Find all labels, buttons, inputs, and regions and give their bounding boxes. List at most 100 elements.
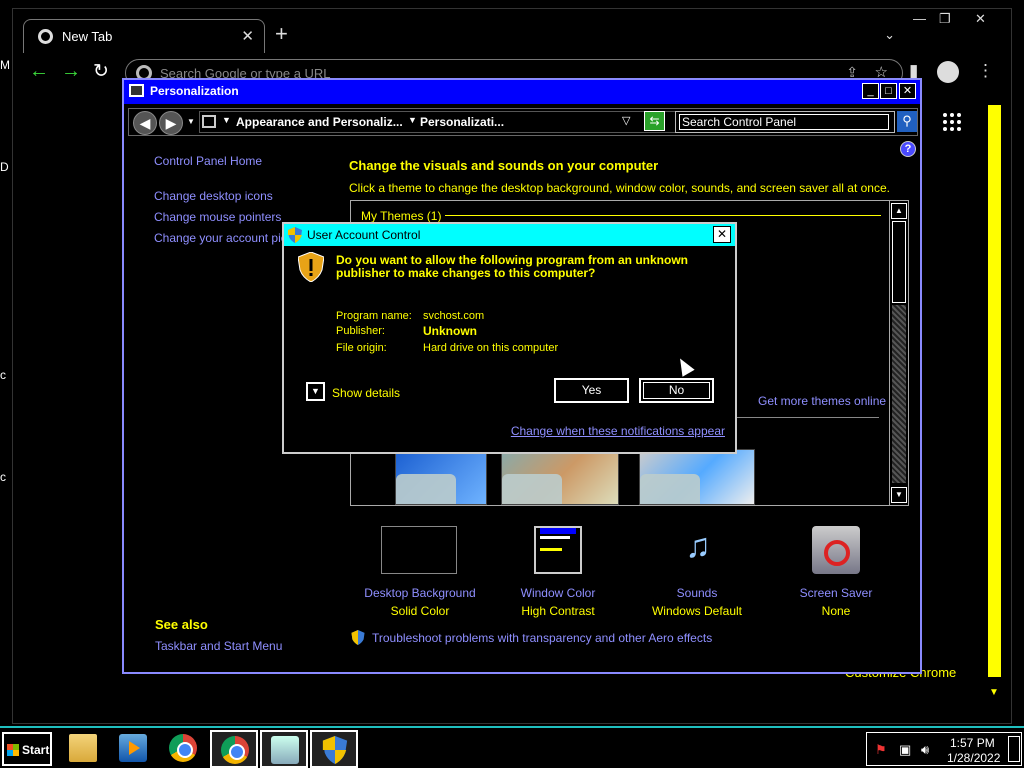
taskbar-media-player[interactable] xyxy=(110,730,158,768)
themes-scrollbar[interactable]: ▲ ▼ xyxy=(889,201,908,505)
publisher-label: Publisher: xyxy=(336,325,385,337)
personalization-titlebar[interactable]: Personalization _ □ ✕ xyxy=(124,80,920,104)
chrome-restore-button[interactable]: ❐ xyxy=(939,11,951,27)
desktop-background-icon xyxy=(381,526,457,574)
screen-saver-icon xyxy=(812,526,860,574)
taskbar-control-panel[interactable] xyxy=(260,730,308,768)
action-center-flag-icon[interactable]: ⚑ xyxy=(875,742,887,758)
page-title: Change the visuals and sounds on your co… xyxy=(349,158,659,173)
change-desktop-icons-link[interactable]: Change desktop icons xyxy=(154,189,273,203)
theme-preview-window xyxy=(502,474,562,504)
option-name: Screen Saver xyxy=(799,586,873,600)
left-edge-fragment: D xyxy=(0,160,9,174)
chrome-close-button[interactable]: ✕ xyxy=(975,11,986,27)
address-dropdown-icon[interactable]: ▽ xyxy=(622,114,630,127)
music-notes-icon: ♫ xyxy=(685,527,711,565)
option-value: High Contrast xyxy=(521,604,595,618)
option-value: Solid Color xyxy=(390,604,450,618)
window-color-titlebar xyxy=(540,528,576,534)
recent-pages-chevron-icon[interactable]: ▼ xyxy=(187,117,195,126)
warning-shield-icon xyxy=(298,252,324,282)
chevron-down-icon[interactable]: ▼ xyxy=(222,115,231,125)
taskbar-start-menu-link[interactable]: Taskbar and Start Menu xyxy=(155,639,282,653)
taskbar-uac[interactable] xyxy=(310,730,358,768)
refresh-icon[interactable]: ⇆ xyxy=(644,111,665,131)
show-details-label[interactable]: Show details xyxy=(332,386,400,400)
change-notifications-link[interactable]: Change when these notifications appear xyxy=(511,424,725,438)
get-more-themes-link[interactable]: Get more themes online xyxy=(758,394,886,408)
uac-shield-icon xyxy=(322,736,348,764)
taskbar-chrome-pinned[interactable] xyxy=(160,730,208,768)
scrollbar-track[interactable] xyxy=(892,305,906,483)
help-icon[interactable]: ? xyxy=(900,141,916,157)
theme-thumbnail[interactable] xyxy=(639,449,755,505)
back-button[interactable]: ◀ xyxy=(133,111,157,135)
control-panel-icon xyxy=(129,84,144,97)
show-details-chevron-icon[interactable]: ▼ xyxy=(306,382,325,401)
option-name: Desktop Background xyxy=(364,586,476,600)
theme-thumbnail[interactable] xyxy=(501,449,619,505)
desktop: M D c c New Tab ✕ + ⌄ — ❐ ✕ ← → ↻ Search… xyxy=(0,0,1024,768)
breadcrumb-personalization[interactable]: Personalizati... xyxy=(420,115,504,129)
clock-date[interactable]: 1/28/2022 xyxy=(947,751,1000,765)
change-account-picture-link[interactable]: Change your account pictu xyxy=(154,231,297,245)
taskbar-file-explorer[interactable] xyxy=(60,730,108,768)
theme-preview-window xyxy=(396,474,456,504)
option-name: Sounds xyxy=(676,586,718,600)
back-arrow-icon[interactable]: ← xyxy=(29,60,49,83)
search-input[interactable] xyxy=(679,114,889,130)
breadcrumb-appearance[interactable]: Appearance and Personaliz... xyxy=(236,115,403,129)
start-button[interactable]: Start xyxy=(2,732,52,766)
system-tray: ⚑ ▣ 🔊︎ 1:57 PM 1/28/2022 xyxy=(866,732,1022,766)
search-box xyxy=(675,111,895,133)
chrome-tab-new-tab[interactable]: New Tab ✕ xyxy=(23,19,265,53)
shield-icon xyxy=(351,630,365,645)
control-panel-home-link[interactable]: Control Panel Home xyxy=(154,154,262,168)
chrome-icon xyxy=(221,736,249,764)
chrome-menu-icon[interactable]: ⋮ xyxy=(977,61,994,81)
troubleshoot-link[interactable]: Troubleshoot problems with transparency … xyxy=(372,631,712,645)
new-tab-button[interactable]: + xyxy=(275,23,288,45)
yes-button[interactable]: Yes xyxy=(554,378,629,403)
forward-button[interactable]: ▶ xyxy=(159,111,183,135)
taskbar: Start ⚑ ▣ 🔊︎ 1:57 PM 1/28/2022 xyxy=(0,726,1024,768)
tab-close-icon[interactable]: ✕ xyxy=(241,27,254,45)
minimize-button[interactable]: _ xyxy=(862,83,879,99)
breadcrumb[interactable]: ▼ Appearance and Personaliz... ▼ Persona… xyxy=(199,111,699,133)
window-color-icon xyxy=(534,526,582,574)
page-scrollbar-thumb[interactable] xyxy=(988,105,1001,677)
scroll-down-arrow-icon[interactable]: ▼ xyxy=(989,687,999,698)
maximize-button[interactable]: □ xyxy=(880,83,897,99)
reload-icon[interactable]: ↻ xyxy=(93,60,109,83)
uac-titlebar[interactable]: User Account Control ✕ xyxy=(284,224,735,246)
search-icon[interactable]: ⚲ xyxy=(897,111,917,132)
network-icon[interactable]: ▣ xyxy=(899,742,911,758)
volume-icon[interactable]: 🔊︎ xyxy=(921,742,929,758)
program-name-label: Program name: xyxy=(336,310,412,322)
uac-close-button[interactable]: ✕ xyxy=(713,226,731,243)
profile-avatar-icon[interactable] xyxy=(937,61,959,83)
chrome-minimize-button[interactable]: — xyxy=(913,11,926,26)
theme-thumbnail[interactable] xyxy=(395,449,487,505)
my-themes-section[interactable]: My Themes (1) xyxy=(361,209,441,223)
close-button[interactable]: ✕ xyxy=(899,83,916,99)
change-mouse-pointers-link[interactable]: Change mouse pointers xyxy=(154,210,281,224)
section-divider xyxy=(445,215,881,216)
tab-title: New Tab xyxy=(62,29,113,44)
windows-logo-icon xyxy=(7,744,19,756)
taskbar-chrome-running[interactable] xyxy=(210,730,258,768)
no-button[interactable]: No xyxy=(639,378,714,403)
tab-search-dropdown-icon[interactable]: ⌄ xyxy=(884,27,895,43)
scrollbar-thumb[interactable] xyxy=(892,221,906,303)
clock-time[interactable]: 1:57 PM xyxy=(950,736,995,750)
chevron-down-icon[interactable]: ▼ xyxy=(408,115,417,125)
scroll-up-arrow-icon[interactable]: ▲ xyxy=(891,203,907,219)
show-desktop-button[interactable] xyxy=(1008,736,1020,762)
google-apps-icon[interactable] xyxy=(943,113,961,131)
option-value: Windows Default xyxy=(651,604,743,618)
scroll-down-arrow-icon[interactable]: ▼ xyxy=(891,487,907,503)
left-edge-fragment: c xyxy=(0,368,6,382)
left-edge-fragment: M xyxy=(0,58,10,72)
page-description: Click a theme to change the desktop back… xyxy=(349,181,890,195)
forward-arrow-icon[interactable]: → xyxy=(61,60,81,83)
